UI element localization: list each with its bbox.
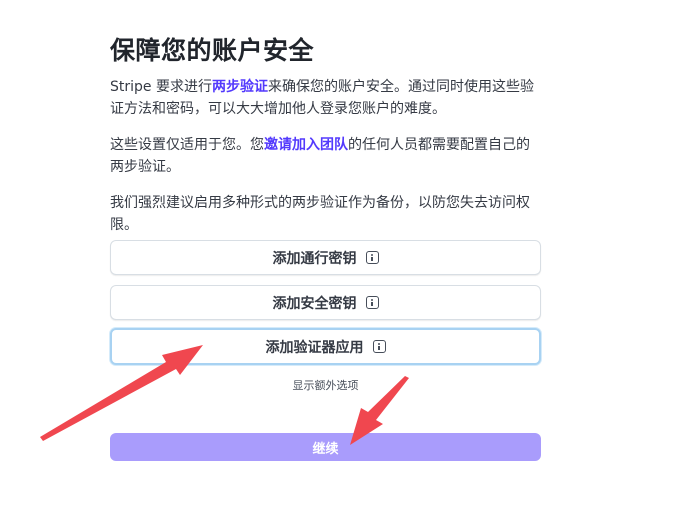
security-panel: 保障您的账户安全 Stripe 要求进行两步验证来确保您的账户安全。通过同时使用… (110, 34, 541, 250)
add-passkey-button[interactable]: 添加通行密钥 (110, 240, 541, 275)
two-step-verification-link[interactable]: 两步验证 (212, 79, 268, 95)
page-title: 保障您的账户安全 (110, 36, 315, 65)
backup-paragraph: 我们强烈建议启用多种形式的两步验证作为备份，以防您失去访问权限。 (110, 195, 530, 233)
add-security-key-button[interactable]: 添加安全密钥 (110, 285, 541, 320)
team-paragraph: 这些设置仅适用于您。您邀请加入团队的任何人员都需要配置自己的两步验证。 (110, 134, 541, 178)
intro-paragraph: Stripe 要求进行两步验证来确保您的账户安全。通过同时使用这些验证方法和密码… (110, 76, 541, 120)
info-icon (365, 251, 379, 264)
add-passkey-label: 添加通行密钥 (272, 250, 357, 267)
add-authenticator-app-button[interactable]: 添加验证器应用 (110, 328, 541, 365)
continue-button[interactable]: 继续 (110, 433, 541, 461)
info-icon (365, 296, 379, 309)
add-authenticator-app-label: 添加验证器应用 (265, 339, 364, 356)
add-security-key-label: 添加安全密钥 (272, 295, 357, 312)
intro-text-pre: Stripe 要求进行 (110, 79, 212, 95)
team-text-pre: 这些设置仅适用于您。您 (110, 137, 264, 153)
continue-label: 继续 (312, 441, 339, 457)
info-icon (372, 340, 386, 353)
show-more-options-link[interactable]: 显示额外选项 (110, 377, 541, 393)
invite-team-link[interactable]: 邀请加入团队 (264, 137, 348, 153)
